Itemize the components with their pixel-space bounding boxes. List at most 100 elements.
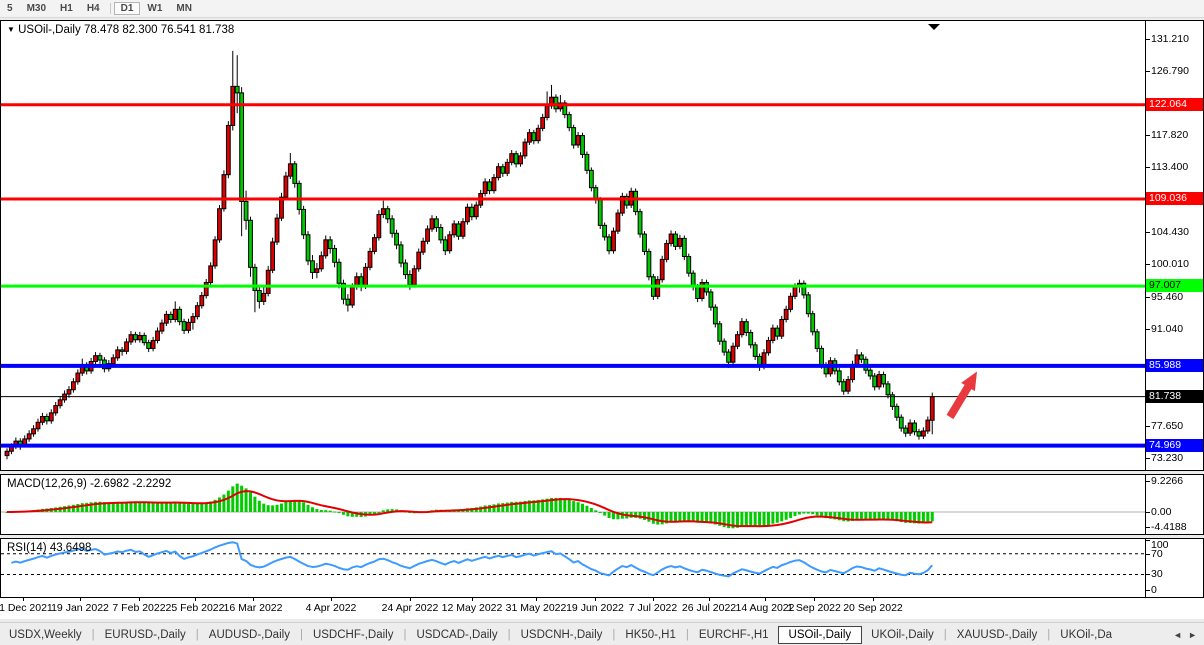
- macd-bar: [488, 505, 491, 512]
- timeframe-button-d1[interactable]: D1: [114, 2, 141, 15]
- macd-bar: [807, 512, 810, 514]
- candlestick-plot[interactable]: [1, 21, 1147, 470]
- date-tick: [23, 598, 24, 601]
- bear-candle: [169, 314, 173, 319]
- bear-candle: [333, 249, 337, 263]
- tab-scroll-left-icon[interactable]: ◄: [1170, 630, 1185, 640]
- date-tick: [410, 598, 411, 601]
- bear-candle: [306, 235, 310, 261]
- macd-tick-label: 9.2266: [1151, 475, 1183, 487]
- bull-candle: [275, 218, 279, 242]
- date-axis: 31 Dec 202119 Jan 20227 Feb 202225 Feb 2…: [0, 598, 1204, 619]
- bear-candle: [443, 240, 447, 251]
- bear-candle: [638, 212, 642, 234]
- rsi-plot[interactable]: [1, 539, 1147, 597]
- rsi-tick-label: 70: [1151, 548, 1163, 560]
- macd-bar: [674, 512, 677, 522]
- macd-plot[interactable]: [1, 475, 1147, 534]
- bear-candle: [811, 314, 815, 332]
- macd-bar: [802, 512, 805, 514]
- tab-eurusd-daily[interactable]: EURUSD-,Daily: [96, 627, 195, 643]
- macd-bar: [276, 505, 279, 512]
- bear-candle: [98, 356, 102, 360]
- tab-usdcnh-daily[interactable]: USDCNH-,Daily: [512, 627, 612, 643]
- macd-bar: [311, 507, 314, 512]
- bull-candle: [266, 270, 270, 293]
- rsi-tick-label: 0: [1151, 584, 1157, 596]
- macd-bar: [240, 486, 243, 512]
- macd-bar: [187, 504, 190, 512]
- macd-bar: [594, 510, 597, 512]
- macd-bar: [585, 506, 588, 512]
- tab-usdcad-daily[interactable]: USDCAD-,Daily: [407, 627, 506, 643]
- tab-audusd-daily[interactable]: AUDUSD-,Daily: [200, 627, 299, 643]
- macd-bar: [222, 495, 225, 512]
- bear-candle: [820, 348, 824, 365]
- bear-candle: [674, 234, 678, 246]
- bullish-breakout-arrow[interactable]: [947, 372, 977, 420]
- tab-scroll-right-icon[interactable]: ►: [1185, 630, 1200, 640]
- bear-candle: [147, 343, 151, 349]
- bull-candle: [452, 224, 456, 235]
- price-tick: [1146, 39, 1150, 40]
- tab-ukoil-da[interactable]: UKOil-,Da: [1051, 627, 1121, 643]
- tab-xauusd-daily[interactable]: XAUUSD-,Daily: [948, 627, 1047, 643]
- date-tick-label: 12 May 2022: [442, 602, 503, 614]
- bear-candle: [435, 219, 439, 228]
- macd-bar: [231, 486, 234, 512]
- macd-bar: [749, 512, 752, 526]
- date-tick-label: 7 Feb 2022: [112, 602, 165, 614]
- timeframe-button-5[interactable]: 5: [0, 2, 20, 15]
- tab-usoil-daily[interactable]: USOil-,Daily: [778, 626, 863, 644]
- bear-candle: [722, 341, 726, 352]
- bear-candle: [235, 86, 239, 93]
- bull-candle: [789, 296, 793, 309]
- tab-usdchf-daily[interactable]: USDCHF-,Daily: [304, 627, 403, 643]
- bull-candle: [417, 252, 421, 269]
- macd-bar: [785, 512, 788, 520]
- timeframe-button-h1[interactable]: H1: [53, 2, 80, 15]
- rsi-tick: [1146, 574, 1150, 575]
- bull-candle: [213, 240, 217, 266]
- chevron-down-icon[interactable]: ▼: [7, 25, 15, 34]
- timeframe-button-mn[interactable]: MN: [169, 2, 199, 15]
- timeframe-button-w1[interactable]: W1: [140, 2, 169, 15]
- tab-usdx-weekly[interactable]: USDX,Weekly: [0, 627, 91, 643]
- bull-candle: [474, 205, 478, 217]
- bull-candle: [129, 335, 133, 342]
- bull-candle: [364, 267, 368, 286]
- chart-ohlc-readout: 78.478 82.300 76.541 81.738: [84, 24, 234, 36]
- price-tick-label: 131.210: [1151, 33, 1189, 45]
- macd-bar: [670, 512, 673, 522]
- macd-bar: [931, 512, 934, 521]
- macd-bar: [156, 503, 159, 512]
- macd-bar: [196, 504, 199, 512]
- bear-candle: [311, 261, 315, 273]
- tab-eurchf-h1[interactable]: EURCHF-,H1: [690, 627, 778, 643]
- bull-candle: [67, 390, 71, 394]
- macd-bar: [218, 497, 221, 512]
- candles: [5, 51, 934, 459]
- bull-candle: [271, 242, 275, 270]
- macd-bar: [608, 512, 611, 518]
- bull-candle: [492, 178, 496, 191]
- tab-hk50-h1[interactable]: HK50-,H1: [616, 627, 685, 643]
- horizontal-levels: [1, 105, 1146, 446]
- macd-tick: [1146, 512, 1150, 513]
- macd-tick-label: 0.00: [1151, 506, 1171, 518]
- macd-bar: [771, 512, 774, 524]
- bull-candle: [541, 117, 545, 128]
- bull-candle: [430, 219, 434, 229]
- macd-bar: [798, 512, 801, 514]
- tab-ukoil-daily[interactable]: UKOil-,Daily: [862, 627, 943, 643]
- bull-candle: [315, 269, 319, 273]
- timeframe-button-m30[interactable]: M30: [20, 2, 53, 15]
- bear-candle: [488, 182, 492, 191]
- bull-candle: [222, 175, 226, 209]
- macd-bar: [320, 510, 323, 512]
- bear-candle: [860, 355, 864, 359]
- timeframe-button-h4[interactable]: H4: [80, 2, 107, 15]
- macd-bar: [329, 511, 332, 512]
- bear-candle: [634, 191, 638, 211]
- bull-candle: [373, 238, 377, 252]
